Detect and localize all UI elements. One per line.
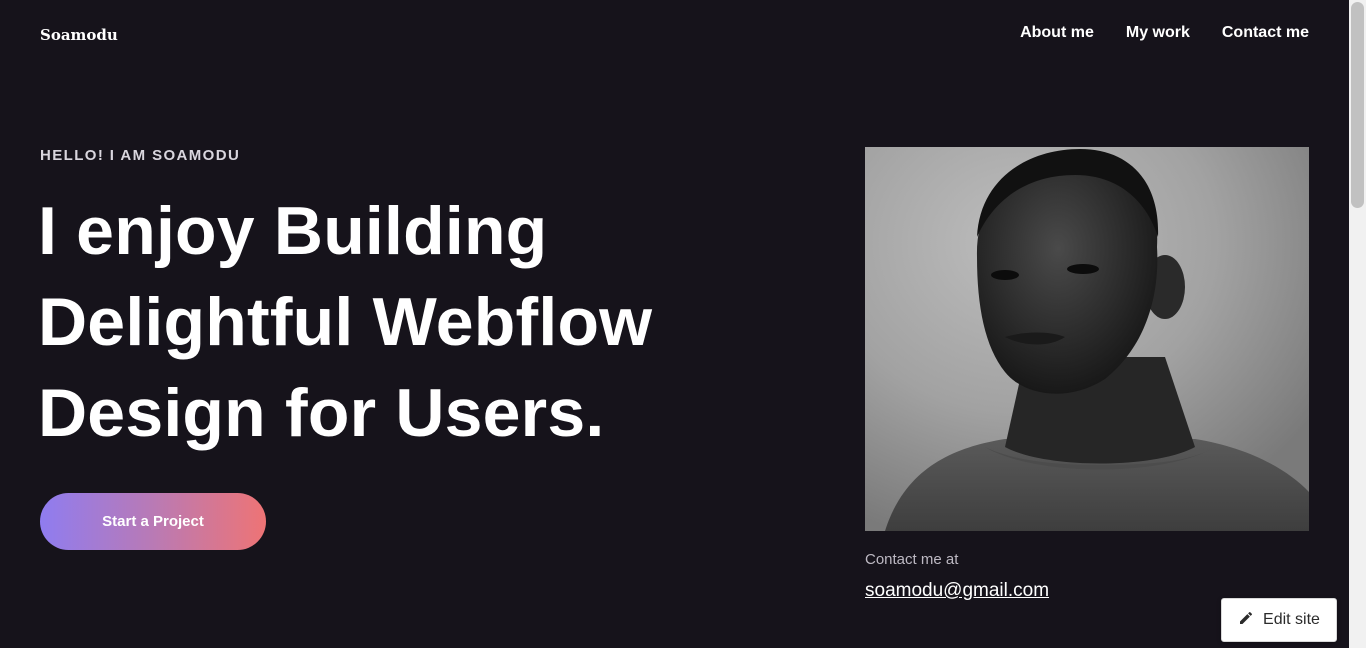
nav-my-work[interactable]: My work <box>1126 24 1190 42</box>
contact-email-link[interactable]: soamodu@gmail.com <box>865 580 1049 602</box>
headline-line-2: Delightful Webflow <box>38 284 653 360</box>
start-project-button[interactable]: Start a Project <box>40 493 266 550</box>
hero-headline: I enjoy Building Delightful Webflow Desi… <box>38 186 738 459</box>
pencil-icon <box>1238 610 1254 631</box>
contact-label: Contact me at <box>865 551 959 568</box>
nav-contact-me[interactable]: Contact me <box>1222 24 1309 42</box>
headline-line-1: I enjoy Building <box>38 193 548 269</box>
edit-site-button[interactable]: Edit site <box>1221 598 1337 642</box>
nav-about-me[interactable]: About me <box>1020 24 1094 42</box>
hero-eyebrow: HELLO! I AM SOAMODU <box>40 147 241 164</box>
main-nav: About me My work Contact me <box>1020 24 1309 42</box>
edit-site-label: Edit site <box>1263 611 1320 628</box>
headline-line-3: Design for Users. <box>38 375 605 451</box>
site-logo[interactable]: Soamodu <box>40 26 118 44</box>
vertical-scrollbar[interactable] <box>1349 0 1366 648</box>
scrollbar-thumb[interactable] <box>1351 2 1364 208</box>
page: Soamodu About me My work Contact me HELL… <box>0 0 1366 648</box>
portrait-photo <box>865 147 1309 531</box>
